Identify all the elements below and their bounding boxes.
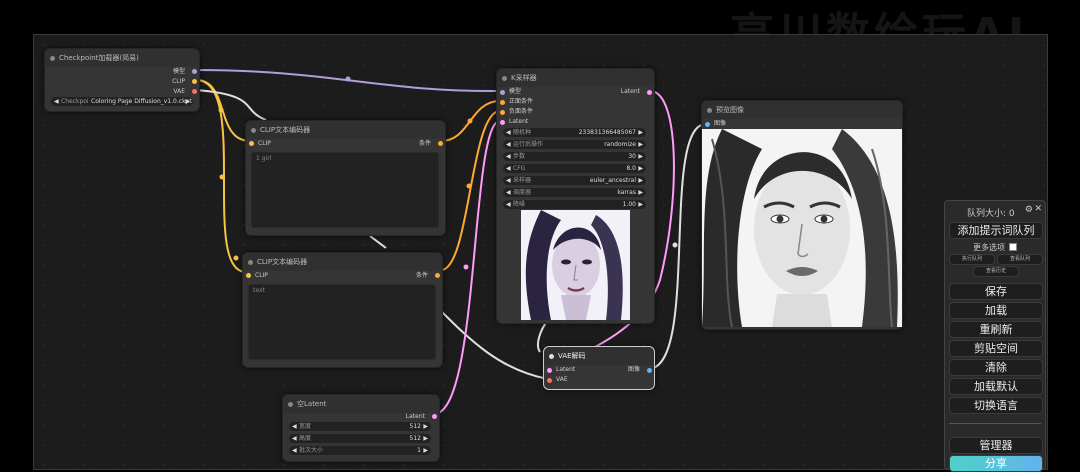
save-button[interactable]: 保存 — [949, 283, 1043, 300]
output-latent: Latent — [620, 88, 640, 95]
node-title: 预览图像 — [716, 106, 744, 114]
gear-icon[interactable]: ⚙ — [1025, 205, 1033, 215]
widget-control-after[interactable]: ◀ 运行后操作 randomize ▶ — [503, 140, 646, 149]
node-title: CLIP文本编码器 — [257, 258, 308, 266]
more-options-checkbox[interactable] — [1009, 243, 1017, 251]
widget-seed[interactable]: ◀ 随机种 233831366485067 ▶ — [503, 128, 646, 137]
panel-divider — [949, 423, 1041, 424]
input-clip: CLIP — [255, 272, 268, 279]
output-conditioning-dot[interactable] — [435, 273, 440, 278]
input-vae-dot[interactable] — [547, 378, 552, 383]
more-options-label: 更多选项 — [973, 243, 1005, 252]
output-image-dot[interactable] — [647, 368, 652, 373]
input-clip: CLIP — [258, 140, 271, 147]
input-negative: 负面条件 — [509, 108, 534, 115]
clip-text-encoder-1[interactable]: CLIP文本编码器 CLIP 条件 1 girl — [245, 120, 446, 236]
node-title: Checkpoint加载器(简易) — [59, 54, 139, 62]
input-model-dot[interactable] — [500, 90, 505, 95]
input-clip-dot[interactable] — [246, 273, 251, 278]
latent-preview-image — [521, 210, 630, 320]
output-latent-dot[interactable] — [647, 90, 652, 95]
manager-button[interactable]: 管理器 — [949, 437, 1043, 454]
input-latent-dot[interactable] — [500, 120, 505, 125]
input-positive-dot[interactable] — [500, 100, 505, 105]
clear-button[interactable]: 清除 — [949, 359, 1043, 376]
input-clip-dot[interactable] — [249, 141, 254, 146]
preview-image-node[interactable]: 预览图像 图像 — [701, 100, 903, 330]
widget-width[interactable]: ◀ 宽度 512 ▶ — [289, 422, 431, 431]
queue-panel[interactable]: 队列大小: 0 ⚙ ✕ 添加提示词队列 更多选项 执行队列 查看队列 查看历史 … — [944, 200, 1046, 472]
load-default-button[interactable]: 加载默认 — [949, 378, 1043, 395]
output-latent: Latent — [405, 413, 425, 420]
output-conditioning-dot[interactable] — [438, 141, 443, 146]
prompt-textarea[interactable]: text — [248, 284, 436, 360]
share-button[interactable]: 分享 — [949, 455, 1043, 472]
widget-batch-size[interactable]: ◀ 批次大小 1 ▶ — [289, 446, 431, 455]
output-conditioning: 条件 — [418, 140, 431, 147]
output-vae: VAE — [173, 88, 185, 95]
output-clip: CLIP — [172, 78, 185, 85]
widget-steps[interactable]: ◀ 步数 30 ▶ — [503, 152, 646, 161]
output-conditioning: 条件 — [415, 272, 428, 279]
close-icon[interactable]: ✕ — [1034, 204, 1042, 214]
input-positive: 正面条件 — [509, 98, 534, 105]
input-latent: Latent — [509, 118, 529, 125]
checkpoint-loader-node[interactable]: Checkpoint加载器(简易) 模型 CLIP VAE ◀ Checkpoi… — [44, 48, 200, 112]
output-model: 模型 — [172, 68, 185, 75]
node-title: 空Latent — [297, 400, 327, 408]
widget-cfg[interactable]: ◀ CFG 8.0 ▶ — [503, 164, 646, 173]
widget-scheduler[interactable]: ◀ 调度器 karras ▶ — [503, 188, 646, 197]
node-title: CLIP文本编码器 — [260, 126, 311, 134]
clipspace-button[interactable]: 剪贴空间 — [949, 340, 1043, 357]
vae-decode-node[interactable]: VAE解码 Latent VAE 图像 — [543, 346, 655, 390]
output-clip-dot[interactable] — [192, 79, 197, 84]
ksampler-node[interactable]: K采样器 模型 正面条件 负面条件 Latent Latent ◀ 随机种 2338… — [496, 68, 655, 324]
output-image: 图像 — [627, 366, 640, 373]
input-negative-dot[interactable] — [500, 110, 505, 115]
input-image: 图像 — [714, 120, 727, 127]
widget-value: Coloring Page Diffusion_v1.0.ckpt — [91, 98, 192, 105]
queue-prompt-button[interactable]: 添加提示词队列 — [949, 222, 1043, 239]
empty-latent-node[interactable]: 空Latent Latent ◀ 宽度 512 ▶ ◀ 高度 512 ▶ ◀ 批次大小 1 ▶ — [282, 394, 440, 462]
widget-label: Checkpoi — [61, 98, 89, 105]
widget-height[interactable]: ◀ 高度 512 ▶ — [289, 434, 431, 443]
input-image-dot[interactable] — [705, 122, 710, 127]
node-title: VAE解码 — [558, 352, 586, 360]
view-history-button[interactable]: 查看历史 — [973, 266, 1019, 277]
preview-output-image[interactable] — [702, 129, 902, 327]
output-model-dot[interactable] — [192, 69, 197, 74]
input-latent-dot[interactable] — [547, 368, 552, 373]
queue-size-label: 队列大小: 0 — [967, 209, 1015, 219]
output-vae-dot[interactable] — [192, 89, 197, 94]
widget-sampler[interactable]: ◀ 采样器 euler_ancestral ▶ — [503, 176, 646, 185]
input-model: 模型 — [509, 88, 522, 95]
output-latent-dot[interactable] — [432, 414, 437, 419]
prompt-textarea[interactable]: 1 girl — [251, 152, 439, 228]
load-button[interactable]: 加载 — [949, 302, 1043, 319]
input-vae: VAE — [556, 376, 568, 383]
widget-denoise[interactable]: ◀ 降噪 1.00 ▶ — [503, 200, 646, 209]
ckpt-name-widget[interactable]: ◀ Checkpoi Coloring Page Diffusion_v1.0.… — [51, 97, 193, 106]
clip-text-encoder-2[interactable]: CLIP文本编码器 CLIP 条件 text — [242, 252, 443, 368]
refresh-button[interactable]: 重刷新 — [949, 321, 1043, 338]
node-title: K采样器 — [511, 74, 537, 82]
view-queue-button[interactable]: 查看队列 — [997, 254, 1043, 265]
switch-language-button[interactable]: 切换语言 — [949, 397, 1043, 414]
execute-queue-button[interactable]: 执行队列 — [949, 254, 995, 265]
input-latent: Latent — [556, 366, 576, 373]
